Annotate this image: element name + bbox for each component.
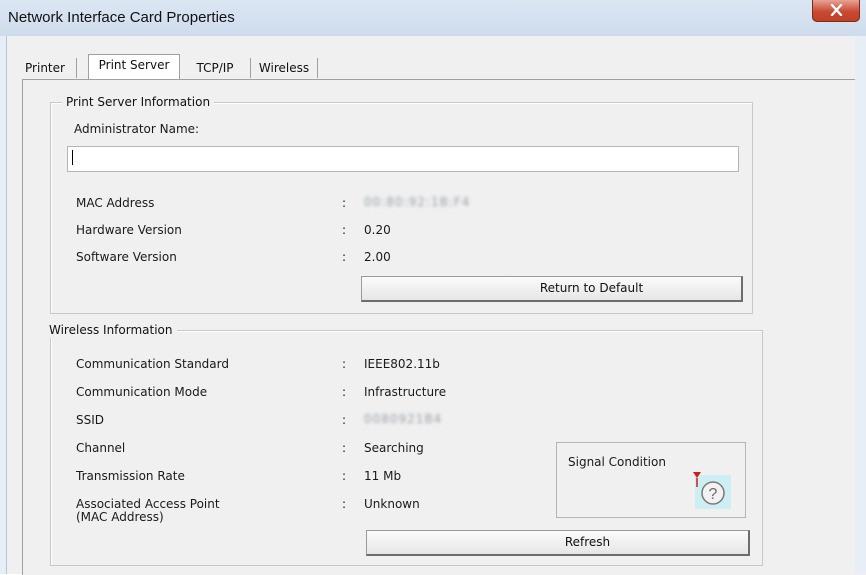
channel-value: Searching <box>364 441 424 455</box>
ssid-label: SSID <box>76 413 105 427</box>
communication-mode-label: Communication Mode <box>76 385 208 399</box>
group-legend: Print Server Information <box>62 94 215 110</box>
hardware-version-label: Hardware Version <box>76 223 182 237</box>
button-label: Return to Default <box>539 281 644 295</box>
ssid-value: 0080921B4 <box>364 412 443 426</box>
colon: : <box>342 441 347 455</box>
signal-unknown-icon: ? <box>693 472 731 509</box>
colon: : <box>342 223 347 237</box>
properties-window: Network Interface Card Properties Printe… <box>0 0 866 575</box>
associated-access-point-value: Unknown <box>364 497 420 511</box>
communication-standard-label: Communication Standard <box>76 357 229 371</box>
window-title: Network Interface Card Properties <box>8 9 235 26</box>
tab-tcpip[interactable]: TCP/IP <box>180 58 251 78</box>
transmission-rate-label: Transmission Rate <box>76 469 185 483</box>
tab-wireless[interactable]: Wireless <box>251 58 318 78</box>
colon: : <box>342 357 347 371</box>
communication-mode-value: Infrastructure <box>364 385 447 399</box>
colon: : <box>342 196 347 210</box>
colon: : <box>342 469 347 483</box>
refresh-button[interactable]: Refresh <box>366 530 750 556</box>
mac-address-label: MAC Address <box>76 196 155 210</box>
colon: : <box>342 497 347 511</box>
channel-label: Channel <box>76 441 126 455</box>
admin-name-input[interactable] <box>67 146 739 172</box>
communication-standard-value: IEEE802.11b <box>364 357 440 371</box>
tab-label: Printer <box>25 61 65 75</box>
mac-address-sublabel: (MAC Address) <box>76 510 164 524</box>
close-button[interactable] <box>812 0 860 22</box>
window-right-edge <box>855 36 866 574</box>
transmission-rate-value: 11 Mb <box>364 469 402 483</box>
admin-name-label: Administrator Name: <box>74 122 200 136</box>
colon: : <box>342 250 347 264</box>
mac-address-value: 00:80:92:1B:F4 <box>364 195 471 209</box>
signal-condition-box: Signal Condition ? <box>556 442 746 518</box>
software-version-label: Software Version <box>76 250 177 264</box>
tab-print-server[interactable]: Print Server <box>88 54 180 79</box>
button-label: Refresh <box>564 535 611 549</box>
group-legend: Wireless Information <box>47 322 177 338</box>
signal-condition-label: Signal Condition <box>568 455 666 469</box>
close-icon <box>830 4 843 16</box>
text-caret <box>72 150 73 165</box>
tab-label: Wireless <box>258 61 310 75</box>
tab-label: TCP/IP <box>196 61 234 75</box>
title-bar[interactable]: Network Interface Card Properties <box>0 0 866 36</box>
svg-text:?: ? <box>709 486 718 503</box>
hardware-version-value: 0.20 <box>364 223 391 237</box>
tab-label: Print Server <box>98 58 170 72</box>
software-version-value: 2.00 <box>364 250 391 264</box>
tab-printer[interactable]: Printer <box>14 58 77 78</box>
return-to-default-button[interactable]: Return to Default <box>361 276 743 302</box>
colon: : <box>342 385 347 399</box>
colon: : <box>342 413 347 427</box>
